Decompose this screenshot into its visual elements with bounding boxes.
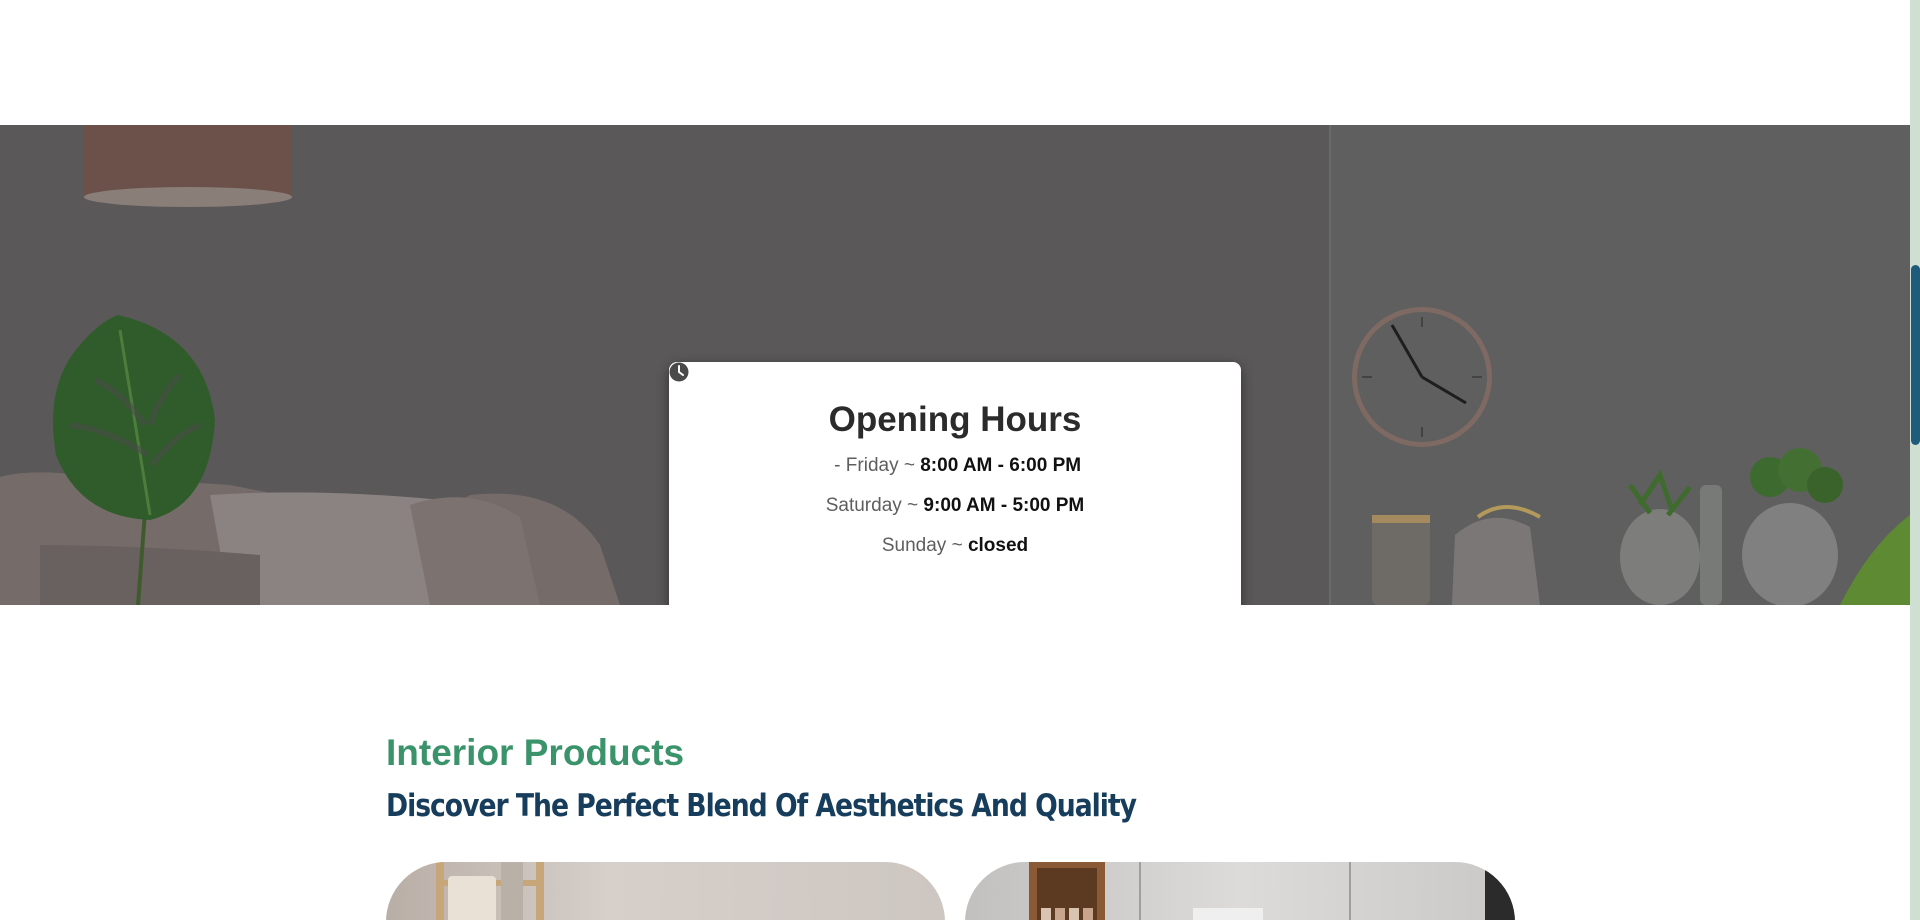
scrollbar-thumb[interactable] bbox=[1911, 265, 1920, 445]
section-eyebrow: Interior Products bbox=[386, 732, 685, 773]
towel-ladder-image bbox=[436, 862, 544, 920]
opening-hours-title: Opening Hours bbox=[828, 400, 1082, 439]
hours-day-label: Saturday ~ bbox=[825, 495, 924, 516]
hours-day-label: Sunday ~ bbox=[881, 535, 968, 556]
hours-row-weekdays: - Friday ~ 8:00 AM - 6:00 PM bbox=[669, 362, 1241, 477]
shelf-cabinet-image bbox=[1029, 862, 1515, 920]
interior-products-section: Interior Products Discover The Perfect B… bbox=[386, 730, 1526, 920]
hours-day-label: - Friday ~ bbox=[828, 455, 921, 476]
hours-row-saturday: Saturday ~ 9:00 AM - 5:00 PM bbox=[669, 494, 1241, 517]
wall-clock-shape bbox=[1352, 307, 1492, 447]
hours-time-value: closed bbox=[967, 535, 1029, 556]
product-card-image[interactable] bbox=[965, 862, 1515, 920]
product-card-image[interactable] bbox=[386, 862, 945, 920]
hours-row-sunday: Sunday ~ closed bbox=[669, 534, 1241, 557]
hours-time-value: 9:00 AM - 5:00 PM bbox=[923, 495, 1085, 516]
pendant-lamp-shape bbox=[84, 125, 292, 207]
opening-hours-hero: Opening Hours - Friday ~ 8:00 AM - 6:00 … bbox=[0, 125, 1910, 605]
clock-icon bbox=[669, 362, 689, 382]
opening-hours-card: Opening Hours - Friday ~ 8:00 AM - 6:00 … bbox=[669, 362, 1241, 605]
hours-time-value: 8:00 AM - 6:00 PM bbox=[920, 455, 1082, 476]
section-heading: Discover The Perfect Blend Of Aesthetics… bbox=[386, 788, 1137, 824]
page: Opening Hours - Friday ~ 8:00 AM - 6:00 … bbox=[0, 0, 1920, 920]
vertical-scrollbar[interactable] bbox=[1910, 0, 1920, 920]
